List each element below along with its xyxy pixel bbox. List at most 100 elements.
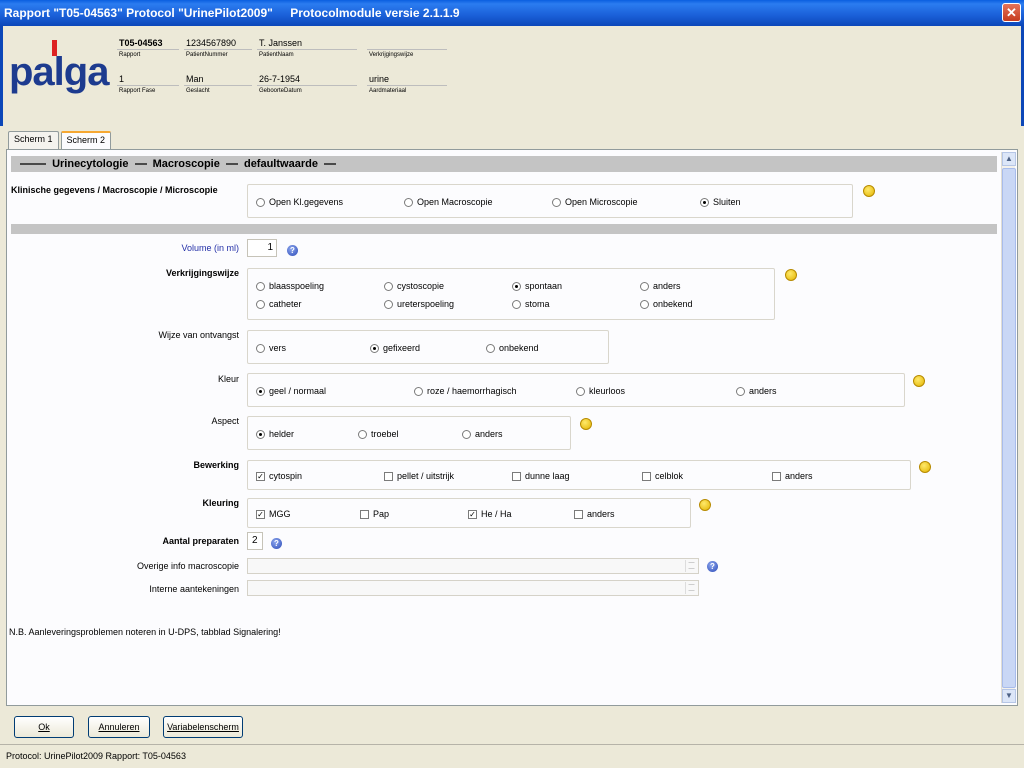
radio-spontaan[interactable]: spontaan [512,281,562,291]
checkbox-celblok[interactable]: celblok [642,471,683,481]
radio-indicator[interactable] [462,429,471,439]
smiley-icon[interactable] [580,418,592,430]
radio-cystoscopie[interactable]: cystoscopie [384,281,444,291]
radio-blaasspoeling[interactable]: blaasspoeling [256,281,324,291]
tab-scherm-1[interactable]: Scherm 1 [8,131,59,149]
expand-icon[interactable]: — — [685,560,697,572]
header-value: T05-04563 [117,36,179,50]
radio-indicator[interactable] [404,197,413,207]
radio-indicator[interactable] [736,386,745,396]
radio-indicator[interactable] [256,299,265,309]
checkbox-indicator[interactable]: ✓ [468,509,477,519]
kleuring-label: Kleuring [202,498,239,508]
radio-indicator[interactable] [256,343,265,353]
smiley-icon[interactable] [913,375,925,387]
radio-open-microscopie[interactable]: Open Microscopie [552,197,638,207]
radio-troebel[interactable]: troebel [358,429,399,439]
kleuring-group: ✓ MGG Pap ✓ He / Ha anders [247,498,691,528]
radio-gefixeerd[interactable]: gefixeerd [370,343,420,353]
checkbox-indicator[interactable] [772,471,781,481]
radio-indicator[interactable] [700,197,709,207]
radio-indicator[interactable] [576,386,585,396]
radio-anders[interactable]: anders [640,281,681,291]
option-label: anders [653,281,681,291]
radio-indicator[interactable] [384,299,393,309]
radio-roze-haemorrhagisch[interactable]: roze / haemorrhagisch [414,386,517,396]
radio-indicator[interactable] [512,281,521,291]
interne-input[interactable]: — — [247,580,699,596]
option-label: ureterspoeling [397,299,455,309]
variabelenscherm-button-label: Variabelenscherm [167,722,239,732]
aantal-input[interactable]: 2 [247,532,263,550]
checkbox-pap[interactable]: Pap [360,509,389,519]
annuleren-button[interactable]: Annuleren [88,716,150,738]
radio-indicator[interactable] [384,281,393,291]
radio-indicator[interactable] [358,429,367,439]
checkbox-indicator[interactable]: ✓ [256,471,265,481]
overige-input[interactable]: — — [247,558,699,574]
checkbox-mgg[interactable]: ✓ MGG [256,509,291,519]
smiley-icon[interactable] [863,185,875,197]
scroll-thumb[interactable] [1002,168,1016,688]
checkbox-indicator[interactable] [384,471,393,481]
radio-indicator[interactable] [486,343,495,353]
radio-open-macroscopie[interactable]: Open Macroscopie [404,197,493,207]
radio-open-kl-gegevens[interactable]: Open Kl.gegevens [256,197,343,207]
radio-indicator[interactable] [256,281,265,291]
radio-indicator[interactable] [256,429,265,439]
radio-kleur-anders[interactable]: anders [736,386,777,396]
checkbox-indicator[interactable] [642,471,651,481]
variabelenscherm-button[interactable]: Variabelenscherm [163,716,243,738]
expand-icon[interactable]: — — [685,582,697,594]
ok-button[interactable]: Ok [14,716,74,738]
radio-ontvangst-onbekend[interactable]: onbekend [486,343,539,353]
radio-geel-normaal[interactable]: geel / normaal [256,386,326,396]
option-label: onbekend [653,299,693,309]
section-title-part: Urinecytologie [52,158,129,170]
close-icon[interactable]: ✕ [1002,3,1021,22]
checkbox-bewerking-anders[interactable]: anders [772,471,813,481]
checkbox-indicator[interactable] [360,509,369,519]
checkbox-cytospin[interactable]: ✓ cytospin [256,471,302,481]
radio-indicator[interactable] [640,281,649,291]
radio-aspect-anders[interactable]: anders [462,429,503,439]
radio-indicator[interactable] [640,299,649,309]
radio-stoma[interactable]: stoma [512,299,550,309]
radio-onbekend[interactable]: onbekend [640,299,693,309]
radio-catheter[interactable]: catheter [256,299,302,309]
checkbox-kleuring-anders[interactable]: anders [574,509,615,519]
help-icon[interactable]: ? [287,245,298,256]
smiley-icon[interactable] [919,461,931,473]
radio-indicator[interactable] [414,386,423,396]
ontvangst-label: Wijze van ontvangst [158,330,239,340]
tab-scherm-2[interactable]: Scherm 2 [60,131,112,149]
checkbox-indicator[interactable] [574,509,583,519]
checkbox-indicator[interactable] [512,471,521,481]
checkbox-dunne-laag[interactable]: dunne laag [512,471,570,481]
radio-indicator[interactable] [256,386,265,396]
window-title-version: Protocolmodule versie 2.1.1.9 [290,6,460,20]
radio-kleurloos[interactable]: kleurloos [576,386,625,396]
radio-ureterspoeling[interactable]: ureterspoeling [384,299,454,309]
help-icon[interactable]: ? [271,538,282,549]
radio-vers[interactable]: vers [256,343,286,353]
radio-indicator[interactable] [256,197,265,207]
radio-helder[interactable]: helder [256,429,294,439]
radio-indicator[interactable] [552,197,561,207]
radio-indicator[interactable] [512,299,521,309]
option-label: Pap [373,509,390,519]
scroll-down-icon[interactable]: ▼ [1002,689,1016,703]
checkbox-indicator[interactable]: ✓ [256,509,265,519]
radio-sluiten[interactable]: Sluiten [700,197,741,207]
volume-input[interactable]: 1 [247,239,277,257]
checkbox-pellet-uitstrijk[interactable]: pellet / uitstrijk [384,471,454,481]
help-icon[interactable]: ? [707,561,718,572]
vertical-scrollbar[interactable]: ▲ ▼ [1001,152,1016,703]
scroll-up-icon[interactable]: ▲ [1002,152,1016,166]
radio-indicator[interactable] [370,343,379,353]
smiley-icon[interactable] [699,499,711,511]
checkbox-he-ha[interactable]: ✓ He / Ha [468,509,512,519]
header-label: PatientNummer [186,52,228,58]
smiley-icon[interactable] [785,269,797,281]
option-label: Open Microscopie [565,197,638,207]
